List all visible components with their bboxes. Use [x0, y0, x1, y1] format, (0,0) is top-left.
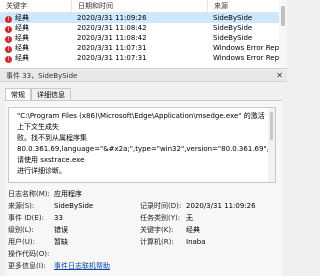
event-message-box[interactable]: "C:\Program Files (x86)\Microsoft\Edge\A… [8, 107, 276, 183]
message-scrollbar[interactable] [268, 108, 275, 182]
opcode-label: 操作代码(O): [8, 250, 50, 258]
event-date: 2020/3/31 11:09:26 [77, 14, 147, 22]
tab-general[interactable]: 常规 [5, 88, 31, 100]
error-icon: ! [5, 46, 12, 53]
event-date: 2020/3/31 11:08:42 [77, 24, 147, 32]
close-icon[interactable]: ✕ [276, 70, 283, 82]
column-header-datetime[interactable]: 日期和时间 [72, 0, 208, 12]
event-date: 2020/3/31 11:07:31 [77, 44, 147, 52]
online-help-link[interactable]: 事件日志联机帮助 [54, 262, 110, 270]
event-level: 经典 [15, 54, 29, 62]
source-value: SideBySide [54, 202, 94, 210]
user-label: 用户(U): [8, 238, 35, 246]
event-list[interactable]: 关键字 日期和时间 来源 ! 经典 2020/3/31 11:09:26 Side… [0, 0, 287, 69]
detail-tabs: 常规 详细信息 [5, 88, 71, 100]
error-icon: ! [5, 36, 12, 43]
event-row[interactable]: ! 经典 2020/3/31 11:08:42 SideBySide [0, 33, 287, 43]
computer-value: Inaba [186, 238, 206, 246]
error-icon: ! [5, 16, 12, 23]
event-row[interactable]: ! 经典 2020/3/31 11:09:26 SideBySide [0, 13, 287, 23]
message-line: 进行详细诊断。 [17, 167, 66, 175]
source-label: 来源(S): [8, 202, 35, 210]
event-source: SideBySide [213, 24, 253, 32]
logged-label: 记录时间(D): [140, 202, 182, 210]
message-line: 败。找不到从属程序集 [17, 134, 87, 142]
event-level: 经典 [15, 34, 29, 42]
scrollbar-thumb[interactable] [281, 6, 285, 26]
level-label: 级别(L): [8, 226, 34, 234]
user-value: 暂缺 [54, 238, 68, 246]
list-scrollbar[interactable] [279, 0, 287, 68]
event-id-label: 事件 ID(E): [8, 214, 44, 222]
event-row[interactable]: ! 经典 2020/3/31 11:07:31 Windows Error Rep… [0, 43, 287, 53]
general-panel: "C:\Program Files (x86)\Microsoft\Edge\A… [5, 100, 282, 276]
list-header: 关键字 日期和时间 来源 [0, 0, 287, 13]
event-row[interactable]: ! 经典 2020/3/31 11:07:31 Windows Error Rep… [0, 53, 287, 63]
scrollbar-thumb[interactable] [270, 112, 273, 140]
message-line: 80.0.361.69,language="&#x2a;",type="win3… [17, 145, 274, 164]
detail-title-bar: 事件 33，SideBySide ✕ [0, 70, 287, 82]
column-header-keyword[interactable]: 关键字 [0, 0, 72, 12]
event-level: 经典 [15, 44, 29, 52]
logged-value: 2020/3/31 11:09:26 [186, 202, 256, 210]
event-date: 2020/3/31 11:08:42 [77, 34, 147, 42]
task-category-label: 任务类别(Y): [140, 214, 181, 222]
event-id-value: 33 [54, 214, 63, 222]
event-source: SideBySide [213, 34, 253, 42]
level-value: 错误 [54, 226, 68, 234]
event-level: 经典 [15, 24, 29, 32]
error-icon: ! [5, 56, 12, 63]
detail-title: 事件 33，SideBySide [6, 72, 78, 80]
event-source: SideBySide [213, 14, 253, 22]
keywords-label: 关键字(K): [140, 226, 174, 234]
message-line: "C:\Program Files (x86)\Microsoft\Edge\A… [17, 112, 265, 131]
event-level: 经典 [15, 14, 29, 22]
computer-label: 计算机(R): [140, 238, 174, 246]
log-name-label: 日志名称(M): [8, 190, 50, 198]
event-source: Windows Error Reporting [213, 44, 287, 52]
column-header-source[interactable]: 来源 [208, 0, 287, 12]
log-name-value: 应用程序 [54, 190, 82, 198]
tab-details[interactable]: 详细信息 [31, 88, 71, 100]
error-icon: ! [5, 26, 12, 33]
event-date: 2020/3/31 11:07:31 [77, 54, 147, 62]
more-info-label: 更多信息(I): [8, 262, 46, 270]
event-source: Windows Error Reporting [213, 54, 287, 62]
event-row[interactable]: ! 经典 2020/3/31 11:08:42 SideBySide [0, 23, 287, 33]
task-category-value: 无 [186, 214, 193, 222]
keywords-value: 经典 [186, 226, 200, 234]
